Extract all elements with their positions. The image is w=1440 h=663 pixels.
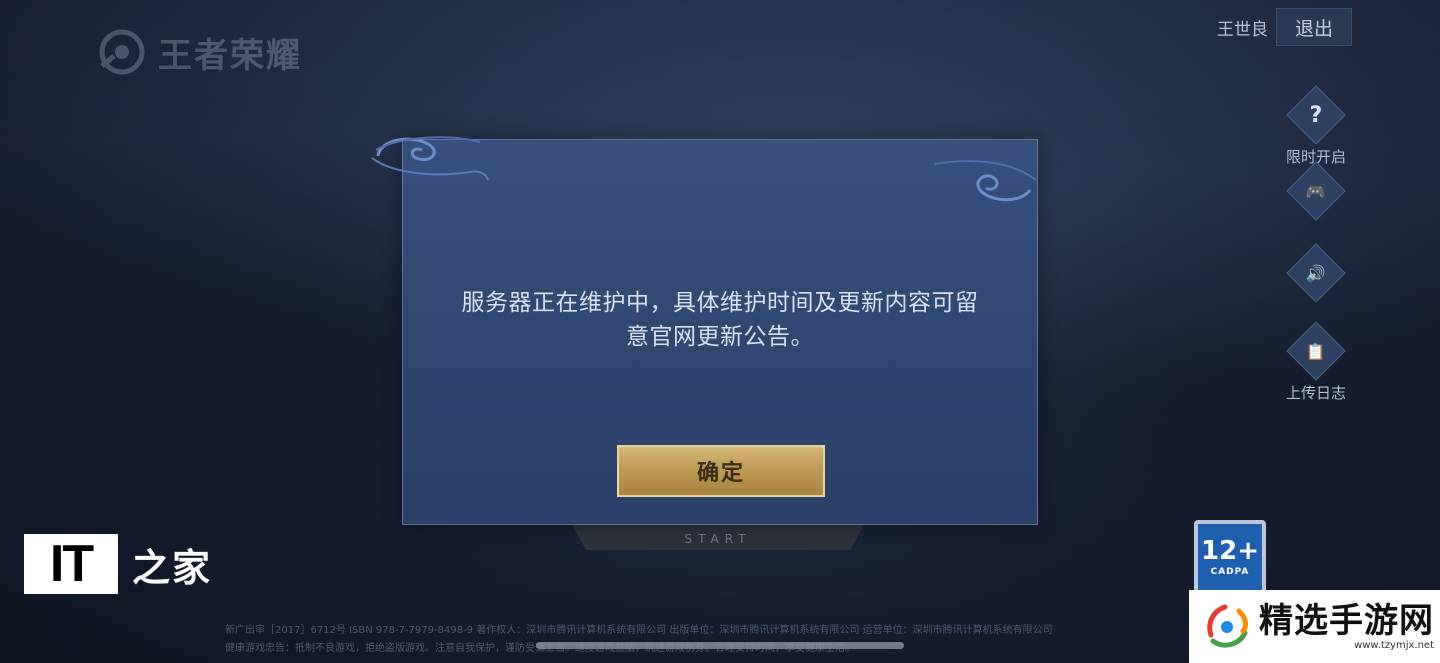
gamepad-icon: 🎮 (1286, 161, 1346, 221)
user-name: 王世良 (1217, 19, 1268, 40)
home-indicator[interactable] (536, 642, 904, 649)
age-rating-sub: CADPA (1210, 567, 1250, 577)
ithome-logo-chars: 之家 (132, 545, 213, 590)
footer-line-1: 新广出审［2017］6712号 ISBN 978-7-7979-8498-9 著… (225, 625, 1053, 636)
footer-legal-text: 新广出审［2017］6712号 ISBN 978-7-7979-8498-9 著… (225, 622, 1185, 658)
site-logo-icon (1207, 604, 1249, 648)
speaker-icon: 🔊 (1286, 243, 1346, 303)
age-rating-badge: 12+ CADPA (1194, 520, 1266, 595)
dialog-message-line-1: 服务器正在维护中，具体维护时间及更新内容可留 (461, 290, 979, 316)
question-icon: ? (1286, 85, 1346, 145)
dialog-message-line-2: 意官网更新公告。 (626, 324, 814, 350)
upload-log-button[interactable]: 📋 上传日志 (1276, 321, 1356, 403)
ithome-watermark: IT 之家 (24, 534, 212, 594)
age-rating-value: 12+ (1201, 536, 1259, 566)
site-watermark: 精选手游网 www.tzymjx.net (1189, 590, 1440, 663)
limited-open-button[interactable]: ? 限时开启 (1276, 85, 1356, 167)
gamepad-button[interactable]: 🎮 (1276, 161, 1356, 221)
logo-text: 王者荣耀 (158, 35, 302, 76)
dialog-message: 服务器正在维护中，具体维护时间及更新内容可留 意官网更新公告。 (433, 286, 1007, 354)
ithome-logo-box: IT (24, 534, 118, 594)
logo-emblem-icon (99, 29, 145, 75)
sound-button[interactable]: 🔊 (1276, 243, 1356, 303)
site-url: www.tzymjx.net (1354, 640, 1434, 651)
site-name: 精选手游网 (1259, 601, 1434, 641)
game-logo: 王者荣耀 (96, 24, 316, 80)
upload-log-label: 上传日志 (1285, 384, 1346, 402)
maintenance-dialog: 服务器正在维护中，具体维护时间及更新内容可留 意官网更新公告。 确定 (402, 139, 1038, 525)
confirm-button[interactable]: 确定 (617, 445, 825, 497)
logout-button[interactable]: 退出 (1276, 8, 1352, 46)
user-area: 王世良 退出 (1217, 8, 1352, 46)
clipboard-icon: 📋 (1286, 321, 1346, 381)
